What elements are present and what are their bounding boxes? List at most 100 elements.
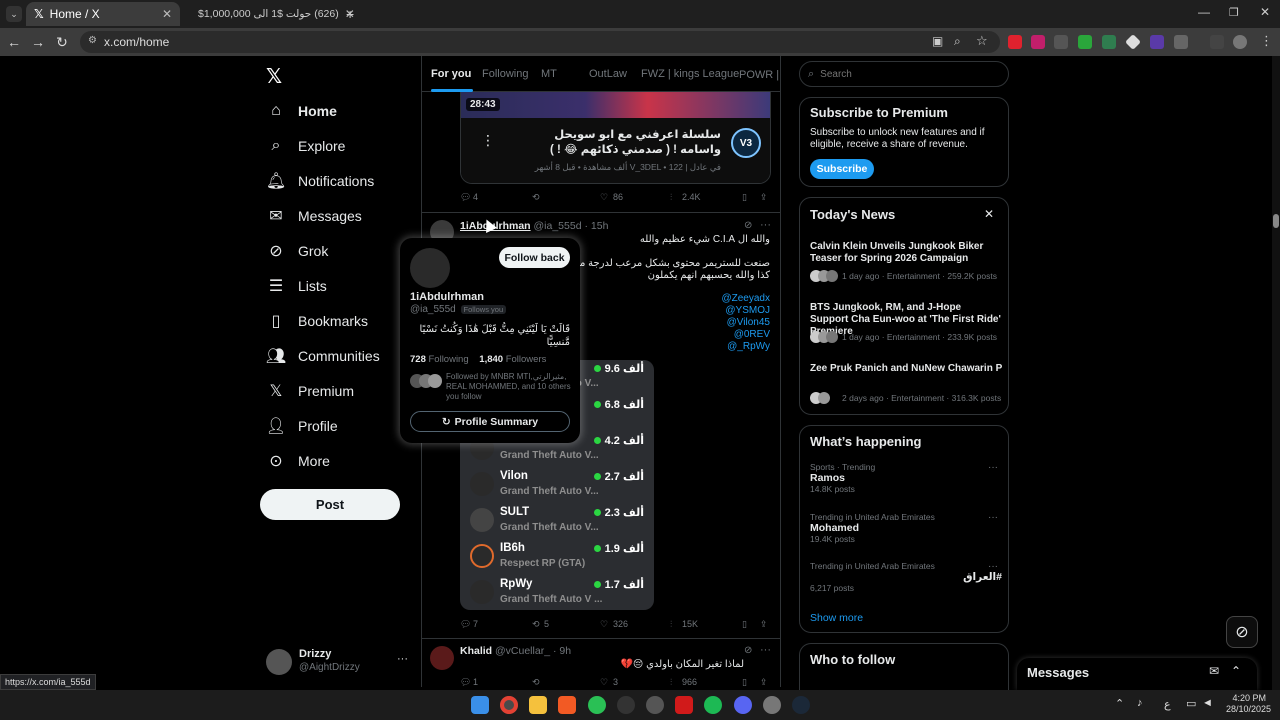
volume-icon[interactable]: ◄ (1202, 697, 1213, 709)
post-time[interactable]: 15h (591, 220, 609, 232)
more-dots-icon[interactable]: ··· (760, 644, 771, 656)
nav-communities[interactable]: 👥︎ Communities (266, 341, 380, 371)
spotify-icon[interactable] (704, 696, 722, 714)
maximize-icon[interactable]: ❐ (1229, 6, 1239, 19)
mention-link[interactable]: @_RpWy (672, 341, 770, 353)
repost-icon[interactable]: ⟲ (532, 677, 540, 687)
share-icon[interactable]: ⇪ (760, 619, 768, 630)
show-more-link[interactable]: Show more (810, 612, 863, 624)
nav-lists[interactable]: ☰ Lists (266, 271, 327, 301)
more-dots-icon[interactable]: ··· (988, 462, 998, 473)
profile-name[interactable]: 1iAbdulrhman (410, 291, 484, 303)
like-icon[interactable]: ♡ (600, 619, 608, 630)
network-icon[interactable]: ▭ (1186, 697, 1196, 710)
like-icon[interactable]: ♡ (600, 192, 608, 203)
close-tab-icon[interactable]: ✕ (162, 7, 172, 21)
back-icon[interactable]: ← (4, 32, 24, 52)
close-window-icon[interactable]: ✕ (1260, 5, 1270, 19)
share-icon[interactable]: ⇪ (760, 677, 768, 687)
bookmark-star-icon[interactable]: ☆ (976, 33, 988, 49)
puzzle-icon[interactable] (1174, 35, 1188, 49)
views-icon[interactable]: ⫶ (670, 677, 672, 687)
tab-search-icon[interactable]: ⌄ (6, 6, 22, 22)
grok-icon[interactable]: ⊘ (744, 645, 752, 656)
tab-following[interactable]: Following (482, 68, 528, 80)
app-icon[interactable] (646, 696, 664, 714)
reply-icon[interactable]: 💬︎ (460, 192, 471, 203)
views-icon[interactable]: ⫶ (670, 619, 672, 630)
nav-notifications[interactable]: 🔔︎ Notifications (266, 166, 374, 196)
like-icon[interactable]: ♡ (600, 677, 608, 687)
mention-link[interactable]: @0REV (672, 329, 770, 341)
tab-youtube[interactable]: (626) حولت $1 الى 1,000,000$ ✕ (184, 2, 355, 26)
whatsapp-icon[interactable] (588, 696, 606, 714)
tab-powr[interactable]: POWR | ور (739, 68, 780, 81)
more-vertical-icon[interactable]: ⋮ (481, 132, 495, 149)
avatar[interactable] (430, 646, 454, 670)
nav-messages[interactable]: ✉ Messages (266, 201, 362, 231)
nav-profile[interactable]: 👤︎ Profile (266, 411, 338, 441)
extension-icon[interactable] (1078, 35, 1092, 49)
profile-handle[interactable]: @ia_555d (410, 304, 456, 315)
mention-link[interactable]: @Vilon45 (672, 317, 770, 329)
discord-icon[interactable] (734, 696, 752, 714)
bookmark-icon[interactable]: ▯ (742, 619, 747, 630)
reply-icon[interactable]: 💬︎ (460, 619, 471, 630)
extension-icon[interactable] (1054, 35, 1068, 49)
extension-icon[interactable] (1150, 35, 1164, 49)
messages-drawer[interactable]: Messages ✉ ⌃ (1017, 658, 1257, 690)
steam-icon[interactable] (792, 696, 810, 714)
more-dots-icon[interactable]: ··· (988, 561, 998, 572)
subscribe-button[interactable]: Subscribe (810, 159, 874, 179)
netflix-icon[interactable] (675, 696, 693, 714)
account-switcher[interactable]: Drizzy @AightDrizzy ··· (264, 645, 414, 679)
profile-summary-button[interactable]: ↻ Profile Summary (410, 411, 570, 432)
following-count[interactable]: 728 (410, 354, 426, 365)
extension-icon[interactable] (1031, 35, 1045, 49)
bookmark-icon[interactable]: ▯ (742, 192, 747, 203)
followers-label[interactable]: Followers (506, 354, 547, 365)
extension-icon[interactable] (1008, 35, 1022, 49)
trend-item[interactable]: Trending in United Arab Emirates #العراق… (810, 561, 1002, 605)
tab-outlaw[interactable]: OutLaw (589, 68, 627, 80)
extension-icon[interactable] (1102, 35, 1116, 49)
tab-home-x[interactable]: 𝕏 Home / X ✕ (26, 2, 180, 26)
input-language[interactable]: ع (1164, 698, 1171, 711)
clock[interactable]: 4:20 PM 28/10/2025 (1226, 693, 1271, 715)
media-control-icon[interactable] (1210, 35, 1224, 49)
browser-menu-icon[interactable]: ⋮ (1260, 33, 1273, 49)
start-icon[interactable] (471, 696, 489, 714)
repost-icon[interactable]: ⟲ (532, 619, 540, 630)
tab-fwz[interactable]: FWZ | kings League (641, 68, 739, 80)
video-card[interactable]: 28:43 ⋮ سلسلة اعرفني مع ابو سويحل واسامه… (460, 92, 771, 184)
x-logo-icon[interactable]: 𝕏 (266, 64, 282, 89)
search-box[interactable]: ⌕ (799, 61, 1009, 87)
profile-avatar-icon[interactable] (1233, 35, 1247, 49)
views-icon[interactable]: ⫶ (670, 192, 672, 203)
author-handle[interactable]: @vCuellar_ (495, 645, 550, 657)
nav-premium[interactable]: 𝕏 Premium (266, 376, 354, 406)
grok-float-button[interactable]: ⊘ (1226, 616, 1258, 648)
page-scrollbar[interactable] (1272, 56, 1280, 690)
cast-icon[interactable]: ▣ (932, 34, 943, 48)
more-dots-icon[interactable]: ··· (760, 219, 771, 231)
followers-count[interactable]: 1,840 (479, 354, 503, 365)
zoom-icon[interactable]: ⌕ (954, 34, 961, 49)
minimize-icon[interactable]: — (1198, 5, 1210, 19)
mention-link[interactable]: @Zeeyadx (672, 293, 770, 305)
post-time[interactable]: 9h (559, 645, 571, 657)
following-label[interactable]: Following (429, 354, 469, 365)
brave-icon[interactable] (558, 696, 576, 714)
avatar[interactable] (410, 248, 450, 288)
chrome-icon[interactable] (500, 696, 518, 714)
address-bar[interactable]: ⚙ x.com/home ▣ ⌕ ☆ (80, 31, 1000, 53)
reply-icon[interactable]: 💬︎ (460, 677, 471, 687)
nav-home[interactable]: ⌂ Home (266, 96, 337, 126)
expand-icon[interactable]: ⌃ (1231, 664, 1241, 678)
news-item[interactable]: Calvin Klein Unveils Jungkook Biker Teas… (810, 241, 1002, 282)
bookmark-icon[interactable]: ▯ (742, 677, 747, 687)
nav-grok[interactable]: ⊘ Grok (266, 236, 328, 266)
followed-by-text[interactable]: Followed by MNBR MTI,مثيرالرتي, REAL MOH… (446, 372, 572, 402)
author-name[interactable]: Khalid (460, 645, 492, 657)
news-item[interactable]: Zee Pruk Panich and NuNew Chawarin Perdp… (810, 363, 1002, 404)
